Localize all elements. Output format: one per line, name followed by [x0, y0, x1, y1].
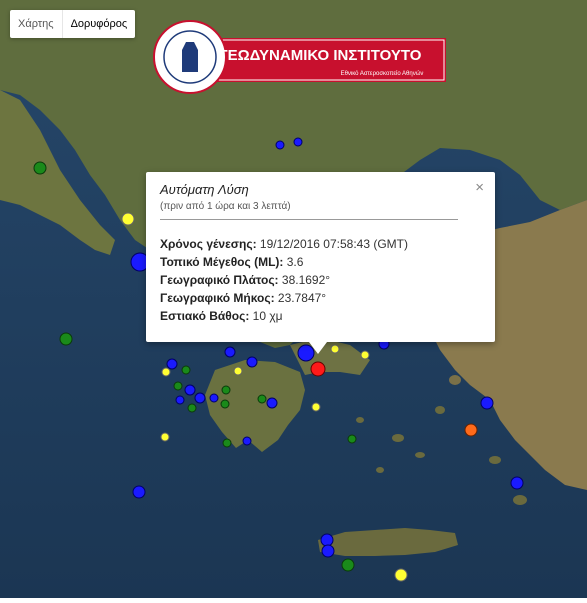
- land-island: [415, 452, 425, 458]
- quake-marker-blue[interactable]: [209, 393, 219, 403]
- quake-marker-blue[interactable]: [321, 544, 335, 558]
- quake-marker-green[interactable]: [33, 161, 47, 175]
- map-type-control: Χάρτης Δορυφόρος: [10, 10, 136, 38]
- quake-marker-blue[interactable]: [175, 395, 185, 405]
- info-time-ago: (πριν από 1 ώρα και 3 λεπτά): [160, 201, 291, 212]
- quake-marker-blue[interactable]: [224, 346, 236, 358]
- land-island: [449, 375, 461, 385]
- land-island: [356, 417, 364, 423]
- close-icon[interactable]: ×: [475, 179, 484, 196]
- quake-marker-green[interactable]: [181, 365, 191, 375]
- quake-marker-blue[interactable]: [166, 358, 178, 370]
- land-island: [513, 495, 527, 505]
- info-row-depth: Εστιακό Βάθος: 10 χμ: [160, 309, 283, 323]
- land-island: [489, 456, 501, 464]
- quake-marker-yellow[interactable]: [360, 350, 370, 360]
- quake-marker-green[interactable]: [222, 438, 232, 448]
- map-type-satellite-button[interactable]: Δορυφόρος: [61, 10, 136, 38]
- quake-marker-blue[interactable]: [242, 436, 252, 446]
- quake-marker-yellow[interactable]: [121, 212, 135, 226]
- quake-marker-yellow[interactable]: [330, 344, 340, 354]
- quake-marker-green[interactable]: [341, 558, 355, 572]
- quake-marker-blue[interactable]: [480, 396, 494, 410]
- quake-marker-green[interactable]: [257, 394, 267, 404]
- land-island: [376, 467, 384, 473]
- quake-marker-orange[interactable]: [464, 423, 478, 437]
- quake-marker-green[interactable]: [187, 403, 197, 413]
- logo-subtitle: Εθνικό Αστεροσκοπείο Αθηνών: [341, 70, 424, 77]
- info-title: Αυτόματη Λύση: [160, 182, 249, 197]
- quake-marker-blue[interactable]: [293, 137, 303, 147]
- info-window-pointer: [309, 342, 327, 354]
- quake-marker-green[interactable]: [59, 332, 73, 346]
- quake-marker-blue[interactable]: [320, 533, 334, 547]
- quake-marker-yellow[interactable]: [160, 432, 170, 442]
- quake-marker-yellow[interactable]: [311, 402, 321, 412]
- quake-marker-yellow[interactable]: [394, 568, 408, 582]
- institute-logo: ΓΕΩΔΥΝΑΜΙΚΟ ΙΝΣΤΙΤΟΥΤΟ Εθνικό Αστεροσκοπ…: [150, 20, 450, 95]
- info-row-longitude: Γεωγραφικό Μήκος: 23.7847°: [160, 291, 327, 305]
- quake-marker-blue[interactable]: [132, 485, 146, 499]
- land-island: [392, 434, 404, 442]
- quake-marker-red-latest[interactable]: [310, 361, 326, 377]
- land-island: [435, 406, 445, 414]
- divider: [160, 219, 458, 220]
- map-type-map-button[interactable]: Χάρτης: [10, 10, 62, 38]
- info-row-origin-time: Χρόνος γένεσης: 19/12/2016 07:58:43 (GMT…: [160, 237, 409, 251]
- logo-graphic: ΓΕΩΔΥΝΑΜΙΚΟ ΙΝΣΤΙΤΟΥΤΟ Εθνικό Αστεροσκοπ…: [153, 20, 446, 94]
- quake-marker-blue[interactable]: [194, 392, 206, 404]
- quake-marker-blue[interactable]: [275, 140, 285, 150]
- earthquake-info-window: × Αυτόματη Λύση (πριν από 1 ώρα και 3 λε…: [146, 172, 495, 354]
- quake-marker-blue[interactable]: [246, 356, 258, 368]
- quake-marker-blue[interactable]: [184, 384, 196, 396]
- quake-marker-yellow[interactable]: [161, 367, 171, 377]
- quake-marker-green[interactable]: [347, 434, 357, 444]
- quake-marker-yellow[interactable]: [233, 366, 243, 376]
- info-row-magnitude: Τοπικό Μέγεθος (ML): 3.6: [160, 255, 304, 269]
- quake-marker-green[interactable]: [173, 381, 183, 391]
- quake-marker-green[interactable]: [220, 399, 230, 409]
- logo-title: ΓΕΩΔΥΝΑΜΙΚΟ ΙΝΣΤΙΤΟΥΤΟ: [219, 47, 422, 64]
- quake-marker-blue[interactable]: [266, 397, 278, 409]
- logo-seal-figure: [182, 42, 198, 72]
- info-rows: Χρόνος γένεσης: 19/12/2016 07:58:43 (GMT…: [160, 235, 408, 325]
- quake-marker-blue[interactable]: [510, 476, 524, 490]
- info-row-latitude: Γεωγραφικό Πλάτος: 38.1692°: [160, 273, 331, 287]
- quake-marker-green[interactable]: [221, 385, 231, 395]
